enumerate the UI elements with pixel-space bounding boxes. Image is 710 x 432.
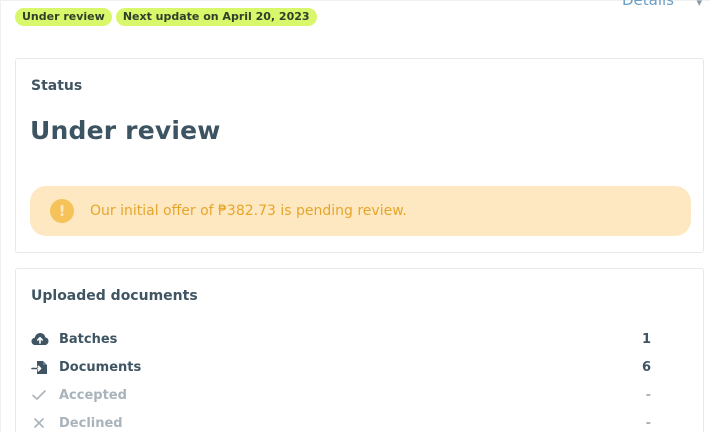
document-import-icon — [31, 359, 53, 375]
row-value: - — [645, 387, 651, 403]
list-item-documents: Documents 6 — [31, 357, 651, 377]
cloud-upload-icon — [31, 331, 53, 347]
row-label: Declined — [59, 415, 123, 431]
alert-message: Our initial offer of ₱382.73 is pending … — [90, 203, 407, 219]
top-divider — [0, 0, 710, 1]
list-item-declined: Declined - — [31, 413, 651, 432]
exclamation-icon: ! — [50, 199, 74, 223]
row-value: 6 — [641, 359, 651, 375]
status-card: Status Under review ! Our initial offer … — [15, 58, 704, 253]
page: Under review Next update on April 20, 20… — [0, 0, 710, 432]
documents-card-title: Uploaded documents — [31, 288, 198, 304]
pending-review-alert: ! Our initial offer of ₱382.73 is pendin… — [30, 186, 691, 236]
row-label: Accepted — [59, 387, 127, 403]
list-item-batches: Batches 1 — [31, 329, 651, 349]
check-icon — [31, 387, 53, 403]
uploaded-documents-card: Uploaded documents Batches 1 Documents 6… — [15, 268, 704, 432]
row-value: 1 — [641, 331, 651, 347]
status-card-title: Status — [31, 78, 83, 94]
row-value: - — [645, 415, 651, 431]
next-update-badge: Next update on April 20, 2023 — [115, 8, 317, 26]
status-badge: Under review — [15, 8, 112, 26]
row-label: Batches — [59, 331, 118, 347]
chevron-down-icon[interactable]: ▾ — [696, 0, 702, 9]
left-divider — [0, 0, 1, 432]
status-value: Under review — [30, 116, 221, 145]
status-badges: Under review Next update on April 20, 20… — [15, 8, 317, 26]
x-icon — [31, 415, 53, 431]
row-label: Documents — [59, 359, 142, 375]
list-item-accepted: Accepted - — [31, 385, 651, 405]
details-link[interactable]: Details — [622, 0, 674, 9]
